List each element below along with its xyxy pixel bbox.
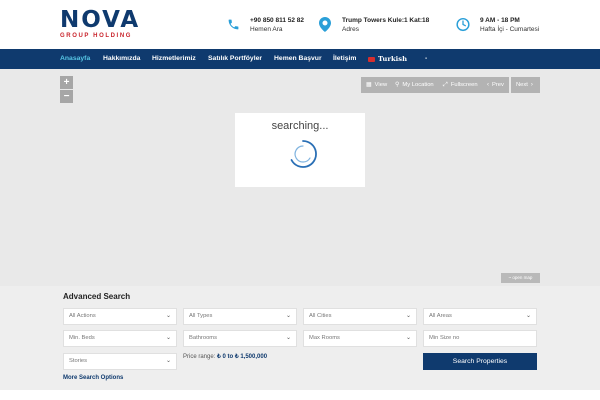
nav-item-services[interactable]: Hizmetlerimiz bbox=[152, 49, 196, 69]
beds-select[interactable]: Min. Beds ⌄ bbox=[63, 330, 177, 347]
cities-select[interactable]: All Cities ⌄ bbox=[303, 308, 417, 325]
map-my-location-label: My Location bbox=[402, 82, 434, 88]
chevron-down-icon: ⌄ bbox=[405, 313, 411, 319]
nav-item-about[interactable]: Hakkımızda bbox=[103, 49, 140, 69]
cities-select-value: All Cities bbox=[309, 313, 332, 319]
map-area[interactable]: + − ▦ View ⚲ My Location ⤢ Fullscreen ‹ Prev… bbox=[0, 69, 600, 286]
phone-icon bbox=[226, 16, 240, 32]
map-view-label: View bbox=[374, 82, 388, 88]
contact-phone-label: Hemen Ara bbox=[250, 26, 283, 33]
language-label: Turkish bbox=[378, 55, 408, 63]
location-pin-icon: ⚲ bbox=[395, 82, 400, 88]
turkey-flag-icon bbox=[368, 56, 375, 62]
contact-phone[interactable]: +90 850 811 52 82 Hemen Ara bbox=[226, 16, 304, 34]
areas-select[interactable]: All Areas ⌄ bbox=[423, 308, 537, 325]
nav-item-listings[interactable]: Satılık Portföyler bbox=[208, 49, 262, 69]
actions-select[interactable]: All Actions ⌄ bbox=[63, 308, 177, 325]
contact-address-label: Adres bbox=[342, 26, 359, 33]
open-map-button[interactable]: ~ open map bbox=[501, 273, 540, 283]
bathrooms-select[interactable]: Bathrooms ⌄ bbox=[183, 330, 297, 347]
map-view-button[interactable]: ▦ View bbox=[361, 77, 393, 93]
search-properties-button[interactable]: Search Properties bbox=[423, 353, 537, 370]
areas-select-value: All Areas bbox=[429, 313, 452, 319]
location-pin-icon bbox=[318, 16, 332, 32]
loading-spinner-icon bbox=[290, 140, 317, 168]
map-prev-label: Prev bbox=[492, 82, 504, 88]
contact-hours-time: 9 AM - 18 PM bbox=[480, 17, 520, 24]
beds-select-value: Min. Beds bbox=[69, 335, 95, 341]
nav-item-home[interactable]: Anasayfa bbox=[60, 49, 90, 69]
contact-hours-days: Hafta İçi - Cumartesi bbox=[480, 26, 540, 33]
price-range[interactable]: Price range: ₺ 0 to ₺ 1,500,000 bbox=[183, 353, 267, 360]
bathrooms-select-value: Bathrooms bbox=[189, 335, 218, 341]
brand-logo[interactable]: NOVA GROUP HOLDING bbox=[60, 8, 156, 42]
site-header: NOVA GROUP HOLDING +90 850 811 52 82 Hem… bbox=[0, 0, 600, 49]
brand-name: NOVA bbox=[60, 7, 141, 33]
chevron-down-icon: ⌄ bbox=[165, 358, 171, 364]
map-fullscreen-label: Fullscreen bbox=[450, 82, 478, 88]
stories-select[interactable]: Stories ⌄ bbox=[63, 353, 177, 370]
min-size-input[interactable]: Min Size no bbox=[423, 330, 537, 347]
loading-panel: searching... bbox=[235, 113, 365, 187]
min-size-placeholder: Min Size no bbox=[429, 335, 460, 341]
contact-address[interactable]: Trump Towers Kule:1 Kat:18 Adres bbox=[318, 16, 429, 34]
price-range-label: Price range: bbox=[183, 354, 216, 360]
map-fullscreen-button[interactable]: ⤢ Fullscreen bbox=[438, 77, 483, 93]
fullscreen-icon: ⤢ bbox=[443, 82, 448, 88]
chevron-down-icon: ⌄ bbox=[285, 313, 291, 319]
chevron-down-icon: ⌄ bbox=[165, 313, 171, 319]
map-my-location-button[interactable]: ⚲ My Location bbox=[390, 77, 439, 93]
chevron-down-icon: ⌄ bbox=[285, 335, 291, 341]
chevron-right-icon: › bbox=[530, 82, 533, 88]
stories-select-value: Stories bbox=[69, 358, 88, 364]
brand-tagline: GROUP HOLDING bbox=[60, 33, 133, 39]
contact-hours: 9 AM - 18 PM Hafta İçi - Cumartesi bbox=[456, 16, 539, 34]
nav-extra: - bbox=[425, 55, 428, 62]
clock-icon bbox=[456, 16, 470, 32]
price-range-value: ₺ 0 to ₺ 1,500,000 bbox=[217, 354, 268, 360]
max-rooms-select-value: Max Rooms bbox=[309, 335, 340, 341]
contact-phone-number: +90 850 811 52 82 bbox=[250, 17, 305, 24]
nav-item-contact[interactable]: İletişim bbox=[333, 49, 356, 69]
layers-icon: ▦ bbox=[366, 82, 372, 88]
chevron-down-icon: ⌄ bbox=[525, 313, 531, 319]
advanced-search-panel: Advanced Search All Actions ⌄ All Types ⌄ … bbox=[0, 286, 600, 390]
map-next-button[interactable]: Next › bbox=[511, 77, 540, 93]
zoom-out-button[interactable]: − bbox=[60, 90, 73, 103]
map-next-label: Next bbox=[516, 82, 528, 88]
more-search-options-link[interactable]: More Search Options bbox=[63, 375, 123, 381]
zoom-in-button[interactable]: + bbox=[60, 76, 73, 89]
main-nav: Anasayfa Hakkımızda Hizmetlerimiz Satılı… bbox=[0, 49, 600, 69]
chevron-down-icon: ⌄ bbox=[405, 335, 411, 341]
loading-text: searching... bbox=[271, 120, 329, 132]
types-select-value: All Types bbox=[189, 313, 213, 319]
actions-select-value: All Actions bbox=[69, 313, 96, 319]
nav-item-apply[interactable]: Hemen Başvur bbox=[274, 49, 322, 69]
language-selector[interactable]: Turkish bbox=[368, 49, 407, 69]
search-title: Advanced Search bbox=[63, 292, 131, 301]
types-select[interactable]: All Types ⌄ bbox=[183, 308, 297, 325]
chevron-left-icon: ‹ bbox=[487, 82, 489, 88]
chevron-down-icon: ⌄ bbox=[165, 335, 171, 341]
map-prev-button[interactable]: ‹ Prev bbox=[482, 77, 509, 93]
contact-address-line: Trump Towers Kule:1 Kat:18 bbox=[342, 17, 430, 24]
max-rooms-select[interactable]: Max Rooms ⌄ bbox=[303, 330, 417, 347]
